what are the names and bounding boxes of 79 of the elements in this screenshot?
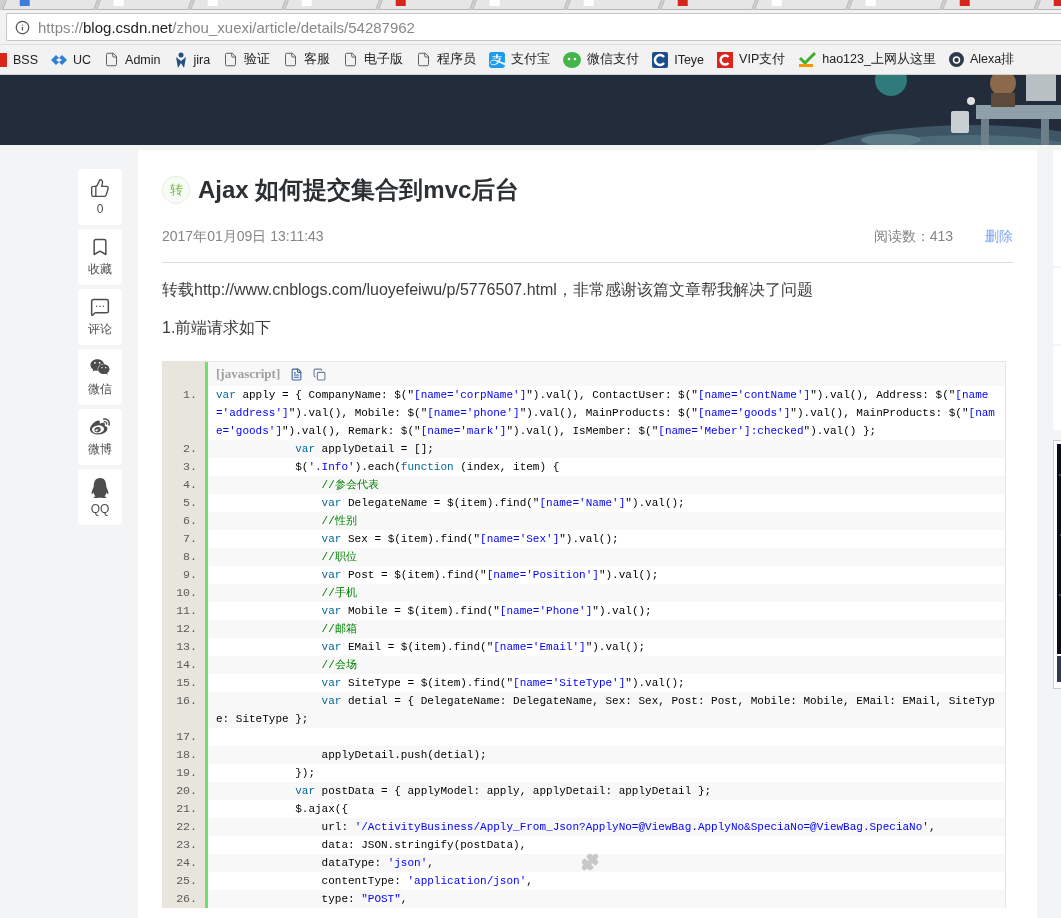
bookmark-link[interactable]: 微信支付 [563, 51, 640, 68]
line-number: 8. [163, 548, 205, 566]
bookmark-link[interactable]: BSS [0, 52, 38, 67]
code-line: var EMail = $(item).find("[name='Email']").val(); [320, 640, 646, 655]
line-number: 19. [163, 764, 205, 782]
line-number: 25. [163, 872, 205, 890]
line-number: 20. [163, 782, 205, 800]
code-line: //性别 [320, 514, 357, 529]
side-action-button[interactable]: 0 [78, 169, 122, 225]
bookmark-link[interactable]: 客服 [283, 51, 331, 68]
address-field[interactable]: https://blog.csdn.net/zhou_xuexi/article/details/54287962 [6, 13, 1061, 41]
line-number: 22. [163, 818, 205, 836]
code-line: //参会代表 [320, 478, 379, 493]
bookmark-link[interactable]: hao123_上网从这里 [798, 51, 936, 68]
line-number: 7. [163, 530, 205, 548]
code-line: data: JSON.stringify(postData), [320, 838, 527, 853]
language-label: [javascript] [216, 366, 281, 382]
line-number: 16. [163, 692, 205, 728]
side-action-button[interactable]: 微博 [78, 409, 122, 465]
paragraph: 转载http://www.cnblogs.com/luoyefeiwu/p/5776507.html，非常感谢该篇文章帮我解决了问题 [162, 280, 814, 300]
line-number: 3. [163, 458, 205, 476]
bookmark-link[interactable]: UC [51, 52, 92, 67]
line-number: 26. [163, 890, 205, 908]
line-number: 18. [163, 746, 205, 764]
side-action-button[interactable]: QQ [78, 469, 122, 525]
repost-badge: 转 [162, 176, 190, 204]
line-number: 13. [163, 638, 205, 656]
paragraph: 1.前端请求如下 [162, 318, 273, 338]
code-line: var DelegateName = $(item).find("[name='Name']").val(); [320, 496, 685, 511]
code-line: var applyDetail = []; [294, 442, 434, 457]
bookmark-link[interactable]: 程序员 [416, 51, 477, 68]
code-line: url: '/ActivityBusiness/Apply_From_Json?ApplyNo=@ViewBag.ApplyNo&SpeciaNo=@ViewBag.SpeciaNo', [320, 820, 936, 835]
code-line: //手机 [320, 585, 357, 601]
line-number: 2. [163, 440, 205, 458]
line-number: 9. [163, 566, 205, 584]
line-number: 12. [163, 620, 205, 638]
bookmark-link[interactable]: 验证 [223, 51, 271, 68]
code-line: var postData = { applyModel: apply, applyDetail: applyDetail }; [294, 784, 712, 799]
bookmark-link[interactable]: VIP支付 [717, 51, 786, 68]
bookmark-link[interactable]: ITeye [652, 51, 705, 68]
line-number: 14. [163, 656, 205, 674]
line-number: 17. [163, 728, 205, 746]
line-number: 6. [163, 512, 205, 530]
code-line: $.ajax({ [294, 802, 348, 817]
line-number: 4. [163, 476, 205, 494]
side-action-button[interactable]: 微信 [78, 349, 122, 405]
code-line: $('.Info').each(function (index, item) { [294, 460, 560, 475]
line-number: 5. [163, 494, 205, 512]
bookmark-link[interactable]: jira [173, 51, 211, 68]
side-action-button[interactable]: 收藏 [78, 229, 122, 285]
code-line: }); [294, 766, 315, 781]
code-line: var SiteType = $(item).find("[name='SiteType']").val(); [320, 676, 685, 691]
code-line: //职位 [320, 550, 357, 565]
line-number: 21. [163, 800, 205, 818]
read-count: 阅读数：413 [873, 228, 953, 246]
code-line: dataType: 'json', [320, 856, 434, 871]
code-line: var Sex = $(item).find("[name='Sex']").val(); [320, 532, 619, 547]
line-number: 15. [163, 674, 205, 692]
line-number: 1. [163, 386, 205, 440]
line-number: 23. [163, 836, 205, 854]
line-number: 10. [163, 584, 205, 602]
code-line: type: "POST", [320, 892, 408, 907]
code-line: var apply = { CompanyName: $("[name='corpName']").val(), ContactUser: $("[name='contName']").val(), Address: $("[name='address']").val(), Mobile: $("[name='phone']").val(), MainProducts: $("[name='goods']").val(), MainProducts: $("[name='goods']").val(), Remark: $("[name='mark']").val(), IsMember: $("[name='Meber']:checked").val() }; [216, 388, 996, 439]
code-line: //会场 [320, 658, 357, 673]
code-line: contentType: 'application/json', [320, 874, 533, 889]
article-title: Ajax 如何提交集合到mvc后台 [198, 175, 520, 205]
line-number: 24. [163, 854, 205, 872]
bookmark-link[interactable]: Admin [104, 52, 161, 67]
side-action-button[interactable]: 评论 [78, 289, 122, 345]
bookmark-link[interactable]: 电子版 [343, 51, 404, 68]
post-date: 2017年01月09日 13:11:43 [162, 228, 324, 246]
bookmark-link[interactable]: 支付宝 [489, 51, 551, 68]
code-line: var Post = $(item).find("[name='Position']").val(); [320, 568, 659, 583]
line-number: 11. [163, 602, 205, 620]
code-line: applyDetail.push(detial); [320, 748, 487, 763]
code-line: //邮箱 [320, 622, 357, 637]
bookmark-link[interactable]: Alexa排 [948, 51, 1015, 68]
code-line: var detial = { DelegateName: DelegateName, Sex: Sex, Post: Post, Mobile: Mobile, EMail: EMail, SiteType: SiteType }; [216, 694, 996, 727]
code-line: var Mobile = $(item).find("[name='Phone']").val(); [320, 604, 652, 619]
